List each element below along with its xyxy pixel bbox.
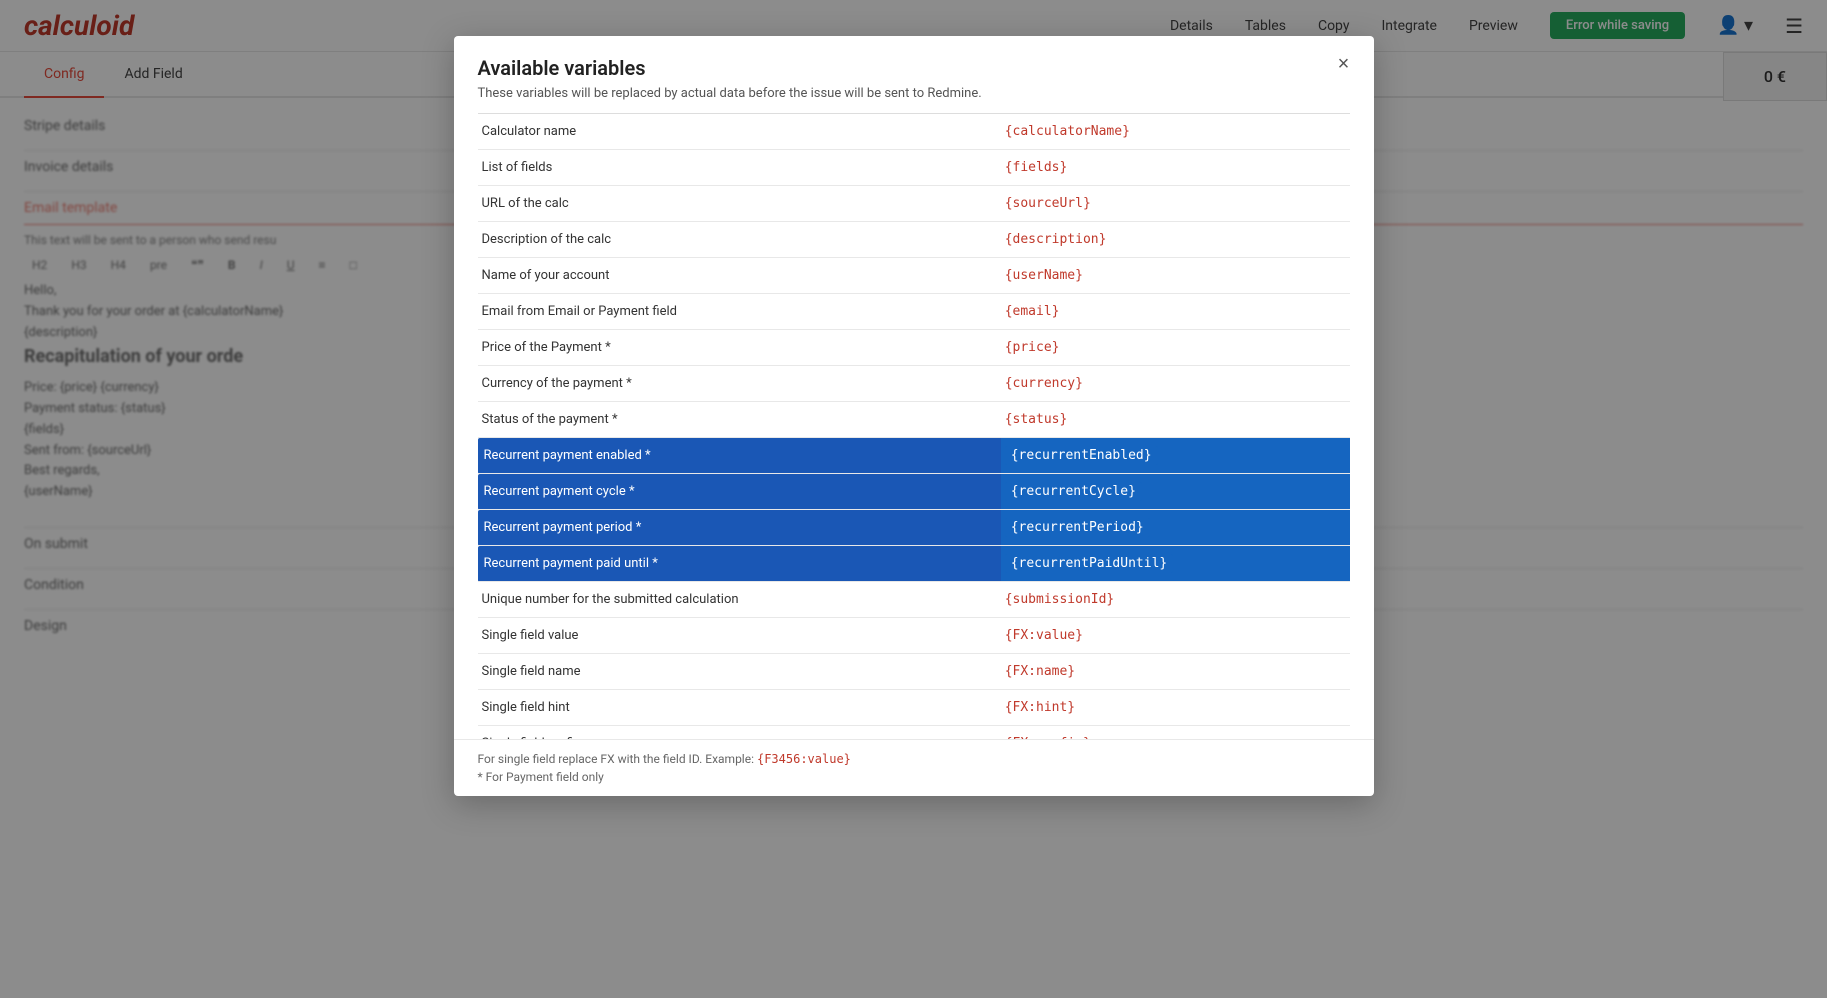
var-label: Recurrent payment cycle *	[478, 474, 1001, 510]
var-code: {submissionId}	[1001, 582, 1350, 618]
var-label: Single field prefix	[478, 726, 1001, 740]
var-code: {status}	[1001, 402, 1350, 438]
modal-header: Available variables These variables will…	[454, 36, 1374, 113]
footer-example-code: {F3456:value}	[757, 752, 851, 766]
var-code: {userName}	[1001, 258, 1350, 294]
var-label: Single field value	[478, 618, 1001, 654]
var-code: {email}	[1001, 294, 1350, 330]
variables-modal: Available variables These variables will…	[454, 36, 1374, 796]
footer-note: * For Payment field only	[478, 770, 1350, 784]
table-row: Currency of the payment * {currency}	[478, 366, 1350, 402]
var-label: URL of the calc	[478, 186, 1001, 222]
var-label: Recurrent payment period *	[478, 510, 1001, 546]
table-row: Recurrent payment enabled * {recurrentEn…	[478, 438, 1350, 474]
modal-body[interactable]: Calculator name {calculatorName} List of…	[454, 114, 1374, 739]
var-code: {description}	[1001, 222, 1350, 258]
var-label: Name of your account	[478, 258, 1001, 294]
var-code: {recurrentEnabled}	[1001, 438, 1350, 474]
var-code: {FX:prefix}	[1001, 726, 1350, 740]
var-label: Email from Email or Payment field	[478, 294, 1001, 330]
modal-footer: For single field replace FX with the fie…	[454, 739, 1374, 796]
table-row: Recurrent payment cycle * {recurrentCycl…	[478, 474, 1350, 510]
table-row: Recurrent payment paid until * {recurren…	[478, 546, 1350, 582]
var-label: Unique number for the submitted calculat…	[478, 582, 1001, 618]
var-label: Recurrent payment enabled *	[478, 438, 1001, 474]
var-label: Single field name	[478, 654, 1001, 690]
table-row: List of fields {fields}	[478, 150, 1350, 186]
modal-title: Available variables	[478, 56, 1350, 80]
table-row: Unique number for the submitted calculat…	[478, 582, 1350, 618]
var-label: Status of the payment *	[478, 402, 1001, 438]
var-code: {sourceUrl}	[1001, 186, 1350, 222]
table-row: Name of your account {userName}	[478, 258, 1350, 294]
var-code: {recurrentCycle}	[1001, 474, 1350, 510]
var-label: Description of the calc	[478, 222, 1001, 258]
table-row: Price of the Payment * {price}	[478, 330, 1350, 366]
var-code: {FX:value}	[1001, 618, 1350, 654]
var-label: Price of the Payment *	[478, 330, 1001, 366]
modal-subtitle: These variables will be replaced by actu…	[478, 86, 1350, 101]
table-row: Calculator name {calculatorName}	[478, 114, 1350, 150]
variables-table: Calculator name {calculatorName} List of…	[478, 114, 1350, 739]
var-code: {FX:name}	[1001, 654, 1350, 690]
table-row: Single field prefix {FX:prefix}	[478, 726, 1350, 740]
table-row: Status of the payment * {status}	[478, 402, 1350, 438]
table-row: Single field name {FX:name}	[478, 654, 1350, 690]
var-code: {recurrentPeriod}	[1001, 510, 1350, 546]
var-code: {fields}	[1001, 150, 1350, 186]
table-row: Description of the calc {description}	[478, 222, 1350, 258]
footer-example-text: For single field replace FX with the fie…	[478, 752, 755, 766]
var-label: List of fields	[478, 150, 1001, 186]
var-label: Recurrent payment paid until *	[478, 546, 1001, 582]
var-code: {FX:hint}	[1001, 690, 1350, 726]
var-label: Currency of the payment *	[478, 366, 1001, 402]
table-row: Email from Email or Payment field {email…	[478, 294, 1350, 330]
var-code: {calculatorName}	[1001, 114, 1350, 150]
var-label: Single field hint	[478, 690, 1001, 726]
var-label: Calculator name	[478, 114, 1001, 150]
table-row: Recurrent payment period * {recurrentPer…	[478, 510, 1350, 546]
var-code: {currency}	[1001, 366, 1350, 402]
var-code: {recurrentPaidUntil}	[1001, 546, 1350, 582]
table-row: Single field value {FX:value}	[478, 618, 1350, 654]
table-row: Single field hint {FX:hint}	[478, 690, 1350, 726]
table-row: URL of the calc {sourceUrl}	[478, 186, 1350, 222]
modal-close-button[interactable]: ×	[1330, 50, 1358, 78]
var-code: {price}	[1001, 330, 1350, 366]
